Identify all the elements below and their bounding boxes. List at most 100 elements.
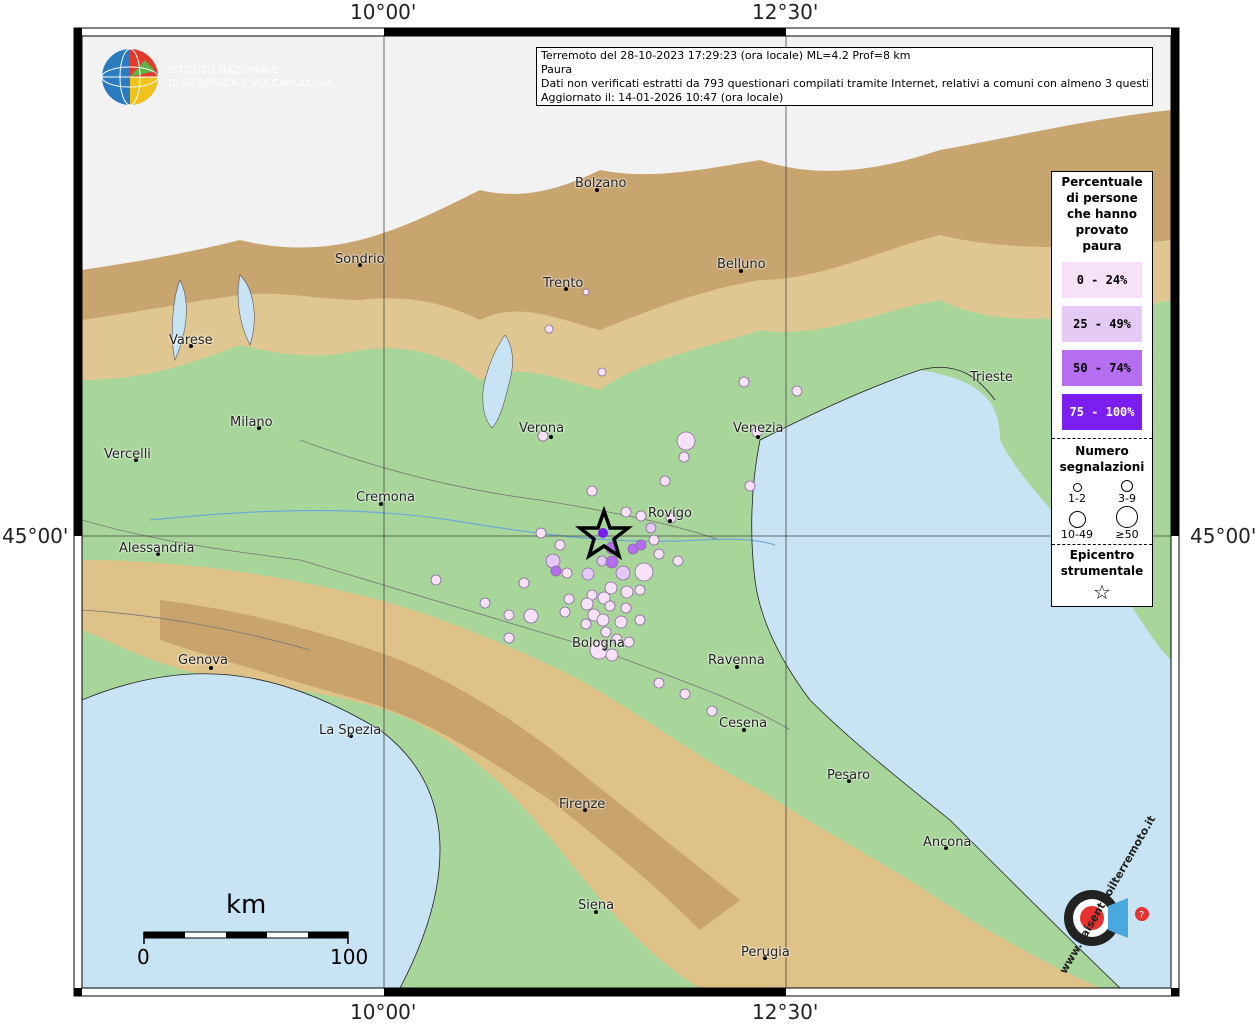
report-circle[interactable] — [679, 688, 691, 700]
legend-title-line: paura — [1082, 239, 1122, 253]
report-circle[interactable] — [596, 555, 608, 567]
report-circle[interactable] — [503, 632, 515, 644]
ingv-name: ISTITUTO NAZIONALE DI GEOFISICA E VULCAN… — [168, 64, 333, 90]
legend-title: Percentuale di persone che hanno provato… — [1052, 172, 1152, 254]
report-circle[interactable] — [653, 548, 665, 560]
count-title-line: segnalazioni — [1059, 460, 1145, 474]
count-10-49: 10-49 — [1052, 505, 1102, 541]
report-circle[interactable] — [582, 288, 590, 296]
report-circle[interactable] — [791, 385, 803, 397]
city-bologna: Bologna — [572, 636, 625, 651]
city-trento: Trento — [543, 276, 584, 291]
city-venezia: Venezia — [733, 421, 784, 436]
city-trieste: Trieste — [970, 370, 1013, 385]
legend-range-1: 25 - 49% — [1062, 306, 1142, 342]
report-circle[interactable] — [620, 585, 634, 599]
report-circle[interactable] — [676, 431, 696, 451]
scale-unit: km — [226, 890, 267, 920]
report-circle[interactable] — [563, 593, 575, 605]
report-circle[interactable] — [634, 584, 646, 596]
report-circle[interactable] — [523, 608, 539, 624]
circle-large-icon — [1068, 511, 1086, 528]
count-label: 10-49 — [1061, 528, 1093, 541]
report-circle[interactable] — [635, 510, 647, 522]
scale-max: 100 — [330, 945, 369, 969]
report-circle[interactable] — [645, 522, 657, 534]
report-circle[interactable] — [744, 480, 756, 492]
epicenter-title-line: strumentale — [1060, 564, 1144, 578]
report-circle[interactable] — [648, 534, 660, 546]
report-circle[interactable] — [559, 606, 571, 618]
report-circle[interactable] — [634, 614, 646, 626]
report-circle[interactable] — [659, 475, 671, 487]
count-legend-title: Numero segnalazioni — [1052, 441, 1152, 475]
report-circle[interactable] — [596, 613, 610, 627]
map-stage: 10°00' 12°30' 10°00' 12°30' 45°00' 45°00… — [0, 0, 1255, 1024]
report-circle[interactable] — [545, 553, 561, 569]
report-circle[interactable] — [479, 597, 491, 609]
count-title-line: Numero — [1075, 444, 1129, 458]
legend: Percentuale di persone che hanno provato… — [1051, 171, 1153, 607]
report-circle[interactable] — [550, 565, 562, 577]
report-circle[interactable] — [581, 567, 595, 581]
svg-text:?: ? — [1139, 910, 1144, 921]
circle-medium-icon — [1121, 480, 1133, 492]
legend-separator — [1052, 438, 1152, 439]
legend-title-line: che hanno — [1067, 207, 1137, 221]
report-circle[interactable] — [678, 451, 690, 463]
report-circle[interactable] — [615, 565, 631, 581]
legend-range-3: 75 - 100% — [1062, 394, 1142, 430]
report-circle[interactable] — [614, 615, 628, 629]
report-circle[interactable] — [620, 602, 632, 614]
legend-title-line: Percentuale — [1061, 175, 1143, 189]
report-circle[interactable] — [586, 485, 598, 497]
report-circle[interactable] — [597, 367, 607, 377]
lon-label-bottom-right: 12°30' — [752, 1000, 819, 1024]
count-label: 1-2 — [1068, 492, 1086, 505]
circle-small-icon — [1072, 483, 1082, 492]
report-circle[interactable] — [635, 539, 647, 551]
count-1-2: 1-2 — [1052, 475, 1102, 505]
count-3-9: 3-9 — [1102, 475, 1152, 505]
report-circle[interactable] — [503, 609, 515, 621]
circle-xlarge-icon — [1116, 506, 1138, 528]
haisentito-logo[interactable]: ? www.haisentitoilterremoto.it — [1030, 813, 1160, 976]
ingv-name-line2: DI GEOFISICA E VULCANOLOGIA — [168, 78, 334, 89]
report-circle[interactable] — [430, 574, 442, 586]
report-circle[interactable] — [738, 376, 750, 388]
report-circle[interactable] — [518, 577, 530, 589]
lat-label-left: 45°00' — [2, 524, 69, 548]
city-sondrio: Sondrio — [335, 252, 385, 267]
star-icon: ☆ — [1093, 580, 1111, 604]
city-bolzano: Bolzano — [575, 176, 627, 191]
ingv-name-line1: ISTITUTO NAZIONALE — [168, 65, 279, 76]
count-legend-grid: 1-2 3-9 10-49 ≥50 — [1052, 475, 1152, 541]
scale-min: 0 — [137, 945, 150, 969]
city-milano: Milano — [230, 415, 273, 430]
report-circle[interactable] — [605, 555, 619, 569]
report-circle[interactable] — [653, 677, 665, 689]
event-info-box: Terremoto del 28-10-2023 17:29:23 (ora l… — [536, 47, 1153, 106]
report-circle[interactable] — [580, 618, 592, 630]
report-circle[interactable] — [604, 600, 616, 612]
lon-label-bottom-left: 10°00' — [350, 1000, 417, 1024]
report-circle[interactable] — [672, 555, 684, 567]
city-verona: Verona — [519, 421, 565, 436]
update-line: Aggiornato il: 14-01-2026 10:47 (ora loc… — [541, 91, 784, 104]
legend-range-0: 0 - 24% — [1062, 262, 1142, 298]
report-circle[interactable] — [620, 506, 632, 518]
report-circle[interactable] — [623, 636, 635, 648]
report-circle[interactable] — [554, 539, 566, 551]
lat-label-right: 45°00' — [1190, 524, 1255, 548]
report-circle[interactable] — [634, 562, 654, 582]
report-circle[interactable] — [535, 527, 547, 539]
city-cesena: Cesena — [719, 716, 768, 731]
report-circle[interactable] — [561, 567, 573, 579]
report-circle[interactable] — [580, 597, 594, 611]
report-circle[interactable] — [604, 581, 618, 595]
epicenter-legend-title: Epicentro strumentale — [1052, 545, 1152, 579]
report-circle[interactable] — [706, 705, 718, 717]
city-rovigo: Rovigo — [648, 506, 692, 521]
city-varese: Varese — [169, 333, 213, 348]
report-circle[interactable] — [544, 324, 554, 334]
